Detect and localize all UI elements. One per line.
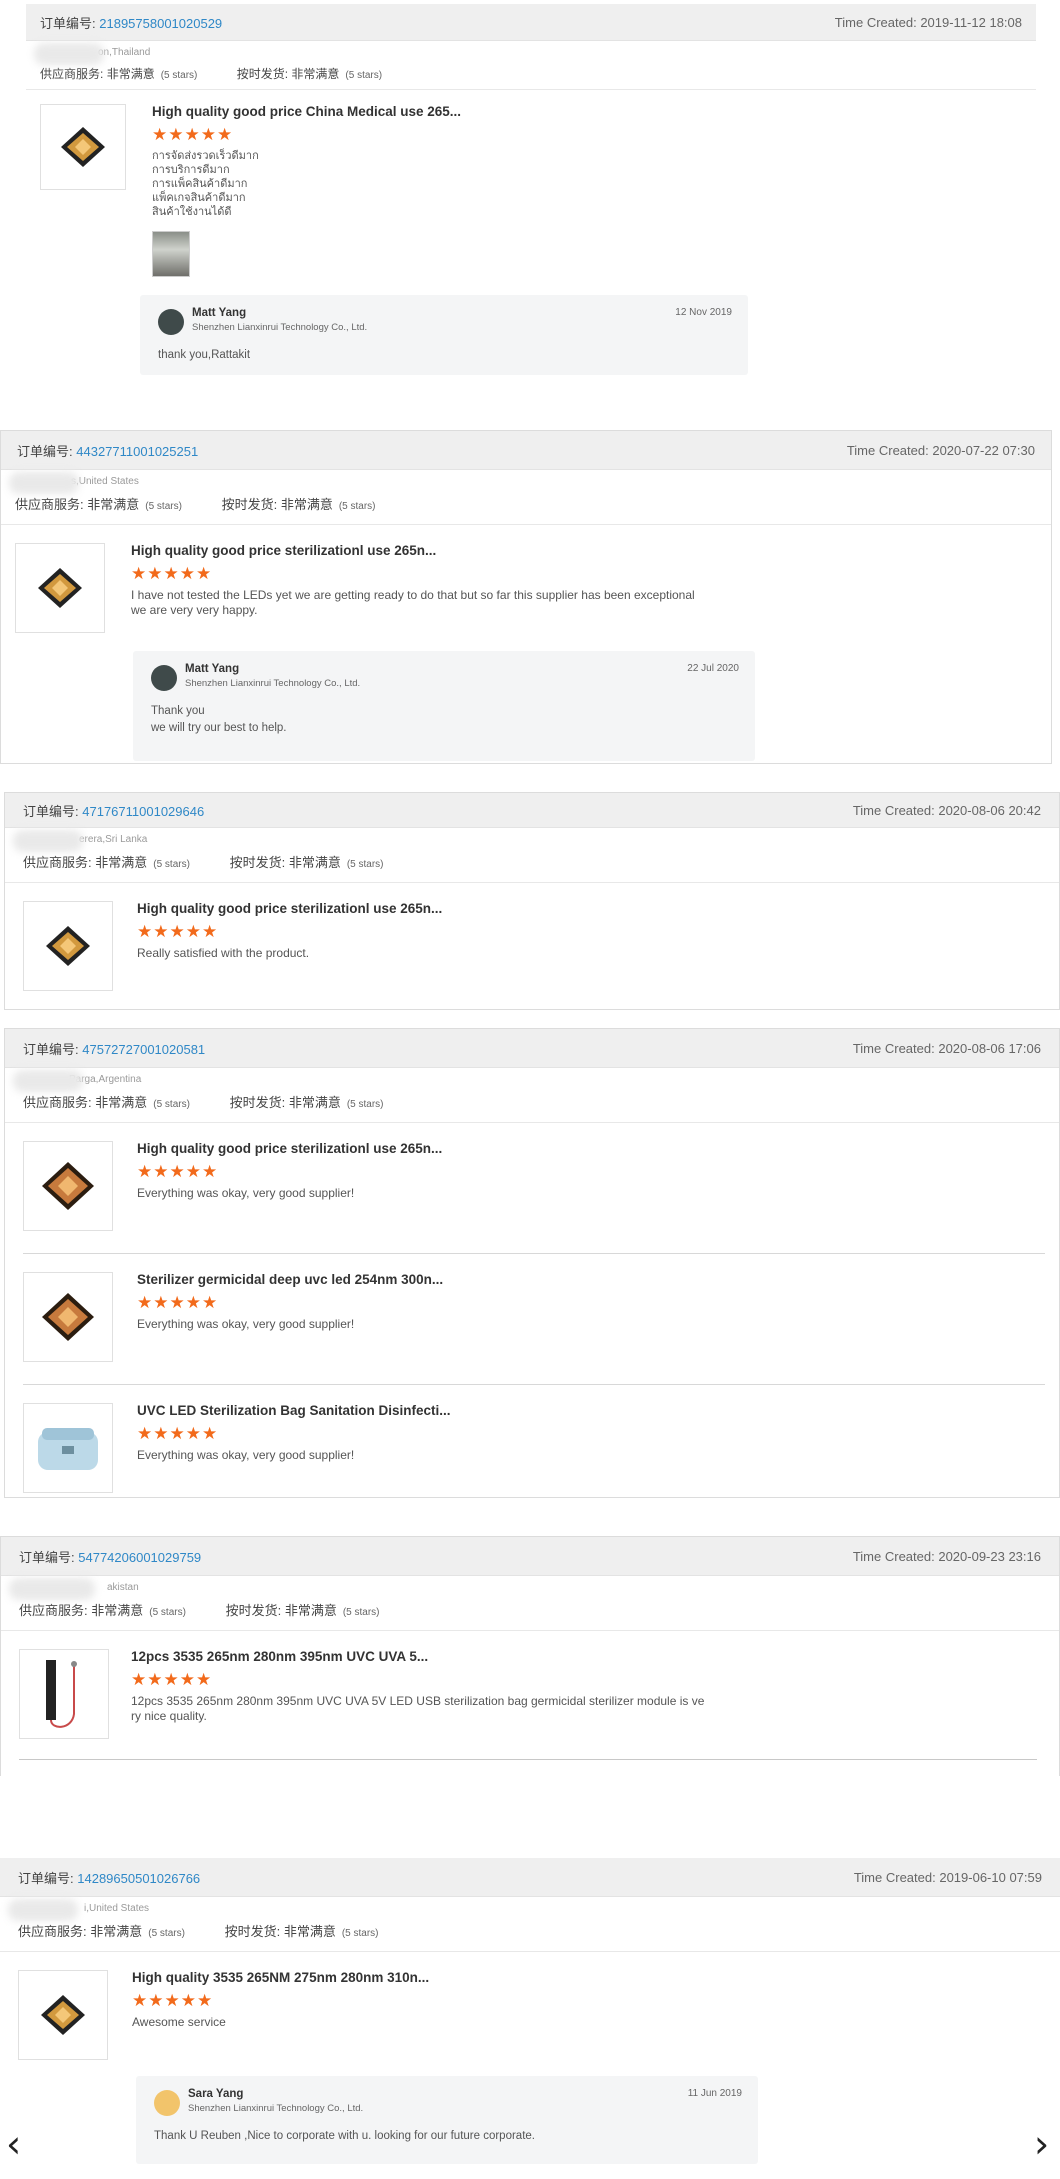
star-rating: ★★★★★ <box>132 1991 214 2010</box>
time-created-label: Time Created: <box>834 14 917 30</box>
order-number-link[interactable]: 54774206001029759 <box>78 1550 201 1565</box>
order-header: 订单编号: 44327711001025251 Time Created: 20… <box>1 431 1051 470</box>
reply-text: Thank U Reuben ,Nice to corporate with u… <box>154 2130 535 2142</box>
buyer-info: on,Thailand <box>26 43 1036 65</box>
order-header: 订单编号: 47572727001020581 Time Created: 20… <box>5 1029 1059 1068</box>
time-created-value: 2020-08-06 17:06 <box>938 1040 1041 1056</box>
order-card: 订单编号: 14289650501026766 Time Created: 20… <box>0 1858 1060 2179</box>
reply-company: Shenzhen Lianxinrui Technology Co., Ltd. <box>188 2103 364 2114</box>
rating-line: 供应商服务: 非常满意 (5 stars) 按时发货: 非常满意 (5 stars) <box>23 855 384 870</box>
avatar <box>151 665 177 691</box>
product-item: High quality good price sterilizationl u… <box>1 525 1051 643</box>
buyer-info: i,United States <box>0 1899 1060 1921</box>
product-item: UVC LED Sterilization Bag Sanitation Dis… <box>5 1385 1059 1497</box>
review-text: Really satisfied with the product. <box>137 946 310 960</box>
order-header: 订单编号: 14289650501026766 Time Created: 20… <box>0 1858 1060 1897</box>
product-item: Sterilizer germicidal deep uvc led 254nm… <box>5 1254 1059 1384</box>
time-created-value: 2019-06-10 07:59 <box>939 1869 1042 1885</box>
supplier-reply: Matt Yang Shenzhen Lianxinrui Technology… <box>133 651 755 761</box>
reply-company: Shenzhen Lianxinrui Technology Co., Ltd. <box>192 322 368 333</box>
review-text: การจัดส่งรวดเร็วดีมาก การบริการดีมาก การ… <box>152 150 259 218</box>
product-thumbnail[interactable] <box>18 1970 108 2060</box>
order-header: 订单编号: 54774206001029759 Time Created: 20… <box>1 1537 1059 1576</box>
product-item: High quality good price China Medical us… <box>26 90 1036 287</box>
supplier-reply: Sara Yang Shenzhen Lianxinrui Technology… <box>136 2076 758 2164</box>
product-item: High quality good price sterilizationl u… <box>5 1123 1059 1253</box>
avatar <box>158 309 184 335</box>
order-number-link[interactable]: 21895758001020529 <box>99 16 222 31</box>
next-arrow-icon[interactable]: › <box>1034 2122 1049 2166</box>
star-rating: ★★★★★ <box>137 1424 219 1443</box>
review-text: Awesome service <box>132 2015 226 2029</box>
time-created-value: 2020-09-23 23:16 <box>938 1548 1041 1564</box>
product-title[interactable]: 12pcs 3535 265nm 280nm 395nm UVC UVA 5..… <box>131 1649 704 1664</box>
product-title[interactable]: High quality 3535 265NM 275nm 280nm 310n… <box>132 1970 429 1985</box>
order-number-link[interactable]: 47176711001029646 <box>82 804 204 819</box>
order-header: 订单编号: 47176711001029646 Time Created: 20… <box>5 793 1059 828</box>
reply-name: Matt Yang <box>192 307 247 319</box>
time-created-value: 2020-07-22 07:30 <box>932 442 1035 458</box>
reply-name: Sara Yang <box>188 2088 244 2100</box>
order-number-label: 订单编号: <box>40 15 96 31</box>
order-card: 订单编号: 47572727001020581 Time Created: 20… <box>4 1028 1060 1498</box>
product-item: 12pcs 3535 265nm 280nm 395nm UVC UVA 5..… <box>1 1631 1059 1759</box>
avatar <box>154 2090 180 2116</box>
supplier-reply: Matt Yang Shenzhen Lianxinrui Technology… <box>140 295 748 375</box>
order-card: 订单编号: 47176711001029646 Time Created: 20… <box>4 792 1060 1010</box>
order-number-link[interactable]: 44327711001025251 <box>76 444 198 459</box>
product-title[interactable]: High quality good price sterilizationl u… <box>131 543 695 558</box>
review-text: Everything was okay, very good supplier! <box>137 1317 355 1331</box>
rating-line: 供应商服务: 非常满意 (5 stars) 按时发货: 非常满意 (5 stars) <box>15 497 376 512</box>
product-thumbnail[interactable] <box>23 1403 113 1493</box>
review-text: I have not tested the LEDs yet we are ge… <box>131 588 695 617</box>
buyer-info: s,United States <box>1 472 1051 494</box>
star-rating: ★★★★★ <box>152 125 234 144</box>
prev-arrow-icon[interactable]: ‹ <box>6 2122 21 2166</box>
order-number-link[interactable]: 14289650501026766 <box>77 1871 200 1886</box>
rating-line: 供应商服务: 非常满意 (5 stars) 按时发货: 非常满意 (5 stars) <box>23 1095 384 1110</box>
order-card: 订单编号: 44327711001025251 Time Created: 20… <box>0 430 1052 764</box>
product-item: High quality 3535 265NM 275nm 280nm 310n… <box>0 1952 1060 2070</box>
product-title[interactable]: UVC LED Sterilization Bag Sanitation Dis… <box>137 1403 451 1418</box>
star-rating: ★★★★★ <box>131 564 213 583</box>
reply-date: 22 Jul 2020 <box>687 663 739 674</box>
rating-line: 供应商服务: 非常满意 (5 stars) 按时发货: 非常满意 (5 stars) <box>19 1603 380 1618</box>
order-number-link[interactable]: 47572727001020581 <box>82 1042 205 1057</box>
reply-date: 11 Jun 2019 <box>687 2088 742 2099</box>
product-item: High quality good price sterilizationl u… <box>5 883 1059 1001</box>
review-text: 12pcs 3535 265nm 280nm 395nm UVC UVA 5V … <box>131 1694 705 1723</box>
product-thumbnail[interactable] <box>40 104 126 190</box>
product-thumbnail[interactable] <box>15 543 105 633</box>
rating-line: 供应商服务: 非常满意 (5 stars) 按时发货: 非常满意 (5 stars) <box>18 1924 379 1939</box>
star-rating: ★★★★★ <box>137 1162 219 1181</box>
rating-line: 供应商服务: 非常满意 (5 stars) 按时发货: 非常满意 (5 stars) <box>40 67 383 81</box>
time-created-value: 2019-11-12 18:08 <box>920 14 1022 30</box>
product-title[interactable]: High quality good price China Medical us… <box>152 104 461 119</box>
star-rating: ★★★★★ <box>137 922 219 941</box>
product-thumbnail[interactable] <box>19 1649 109 1739</box>
reply-text: Thank you we will try our best to help. <box>151 705 287 734</box>
order-header: 订单编号: 21895758001020529 Time Created: 20… <box>26 4 1036 41</box>
product-title[interactable]: High quality good price sterilizationl u… <box>137 901 442 916</box>
reply-text: thank you,Rattakit <box>158 349 251 361</box>
time-created-value: 2020-08-06 20:42 <box>938 802 1041 818</box>
star-rating: ★★★★★ <box>131 1670 213 1689</box>
reply-name: Matt Yang <box>185 663 240 675</box>
reply-company: Shenzhen Lianxinrui Technology Co., Ltd. <box>185 678 361 689</box>
product-thumbnail[interactable] <box>23 901 113 991</box>
buyer-info: akistan <box>1 1578 1059 1600</box>
review-text: Everything was okay, very good supplier! <box>137 1448 355 1462</box>
reply-date: 12 Nov 2019 <box>675 307 732 318</box>
buyer-info: Parga,Argentina <box>5 1070 1059 1092</box>
order-card: 订单编号: 54774206001029759 Time Created: 20… <box>0 1536 1060 1776</box>
star-rating: ★★★★★ <box>137 1293 219 1312</box>
order-card: 订单编号: 21895758001020529 Time Created: 20… <box>26 4 1036 404</box>
product-thumbnail[interactable] <box>23 1141 113 1231</box>
review-photo[interactable] <box>152 231 190 277</box>
product-title[interactable]: Sterilizer germicidal deep uvc led 254nm… <box>137 1272 443 1287</box>
product-title[interactable]: High quality good price sterilizationl u… <box>137 1141 442 1156</box>
buyer-info: erera,Sri Lanka <box>5 830 1059 852</box>
review-text: Everything was okay, very good supplier! <box>137 1186 355 1200</box>
product-thumbnail[interactable] <box>23 1272 113 1362</box>
